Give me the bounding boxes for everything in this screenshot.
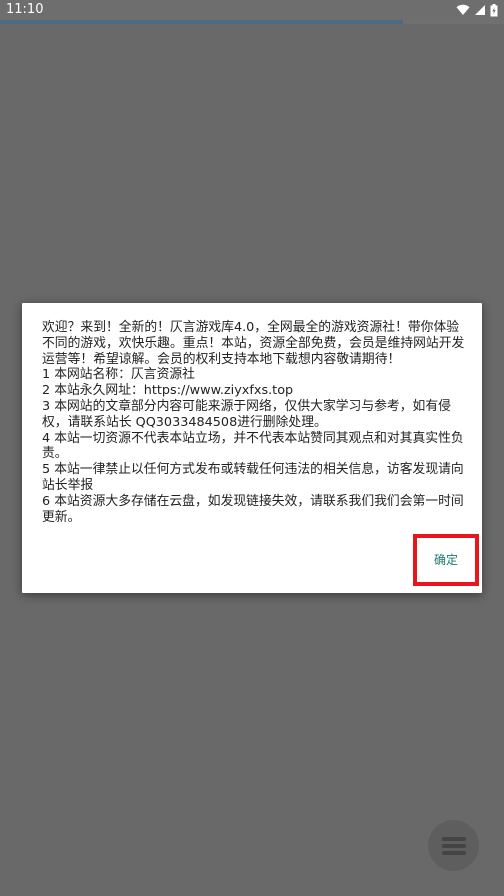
app-screen: 11:10 欢迎？来到！全新的！仄言游戏库4.0，全网最全的游戏资源社！带你体验…	[0, 0, 504, 896]
battery-icon	[490, 3, 498, 17]
dialog-rule-6: 6 本站资源大多存储在云盘，如发现链接失效，请联系我们我们会第一时间更新。	[42, 493, 464, 525]
confirm-button[interactable]: 确定	[413, 534, 479, 586]
wifi-icon	[456, 4, 470, 16]
status-icons	[456, 3, 498, 17]
signal-icon	[474, 4, 486, 16]
dialog-rule-5: 5 本站一律禁止以任何方式发布或转载任何违法的相关信息，访客发现请向站长举报	[42, 462, 464, 493]
page-load-progress-fill	[0, 20, 404, 24]
dialog-rule-1: 1 本网站名称：仄言资源社	[42, 367, 195, 383]
page-load-progress	[0, 20, 504, 24]
status-time: 11:10	[6, 2, 44, 17]
floating-menu-button[interactable]	[428, 820, 479, 871]
dialog-intro-text: 欢迎？来到！全新的！仄言游戏库4.0，全网最全的游戏资源社！带你体验不同的游戏，…	[42, 320, 465, 367]
dialog-rule-3: 3 本网站的文章部分内容可能来源于网络，仅供大家学习与参考，如有侵权，请联系站长…	[42, 398, 451, 430]
notice-dialog: 欢迎？来到！全新的！仄言游戏库4.0，全网最全的游戏资源社！带你体验不同的游戏，…	[22, 303, 482, 593]
menu-icon	[441, 836, 466, 856]
dialog-message: 欢迎？来到！全新的！仄言游戏库4.0，全网最全的游戏资源社！带你体验不同的游戏，…	[42, 320, 466, 525]
status-bar: 11:10	[0, 0, 504, 20]
dialog-rule-2: 2 本站永久网址：https://www.ziyxfxs.top	[42, 383, 294, 399]
dialog-rule-4: 4 本站一切资源不代表本站立场，并不代表本站赞同其观点和对其真实性负责。	[42, 430, 464, 462]
